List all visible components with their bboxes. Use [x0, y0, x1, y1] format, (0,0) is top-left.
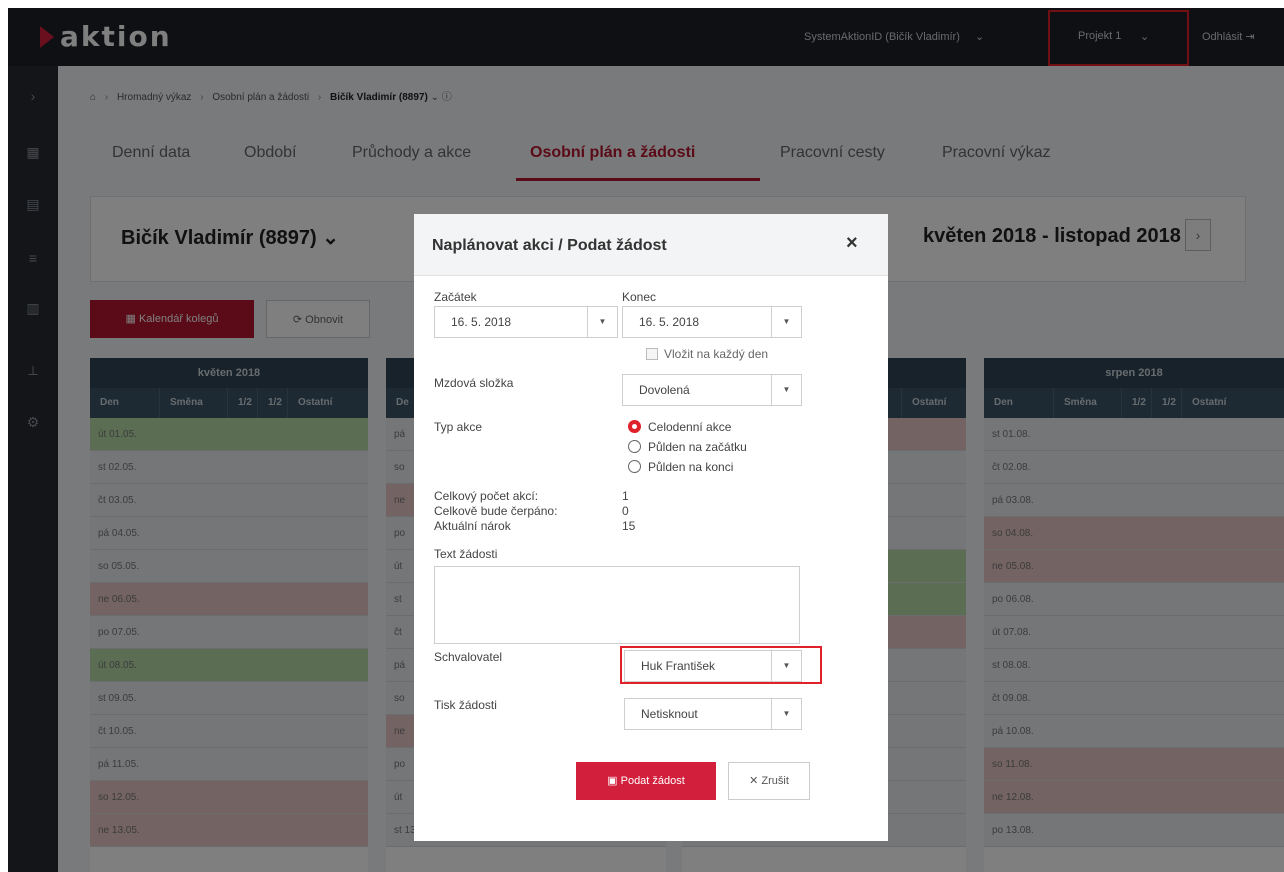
close-icon: ✕ [749, 775, 762, 787]
radio-half-end[interactable] [628, 460, 641, 473]
claim-label: Aktuální nárok [434, 519, 511, 533]
request-text-area[interactable] [434, 566, 800, 644]
print-select[interactable]: Netisknout ▼ [624, 698, 802, 730]
count-label: Celkový počet akcí: [434, 489, 539, 503]
start-date-picker[interactable]: 16. 5. 2018 ▼ [434, 306, 618, 338]
caret-down-icon[interactable]: ▼ [771, 375, 801, 405]
type-label: Typ akce [434, 420, 483, 434]
text-label: Text žádosti [434, 547, 498, 561]
claim-value: 15 [622, 519, 636, 533]
wage-component-select[interactable]: Dovolená ▼ [622, 374, 802, 406]
end-label: Konec [622, 290, 657, 304]
approver-label: Schvalovatel [434, 650, 503, 664]
dialog-header: Naplánovat akci / Podat žádost × [414, 214, 888, 276]
end-date-picker[interactable]: 16. 5. 2018 ▼ [622, 306, 802, 338]
radio-half-start-label: Půlden na začátku [648, 440, 747, 454]
plan-action-dialog: Naplánovat akci / Podat žádost × Začátek… [414, 214, 888, 841]
count-value: 1 [622, 489, 629, 503]
caret-down-icon[interactable]: ▼ [771, 307, 801, 337]
print-label: Tisk žádosti [434, 698, 497, 712]
close-icon[interactable]: × [846, 232, 858, 255]
approver-select[interactable]: Huk František ▼ [624, 650, 802, 682]
submit-request-button[interactable]: ▣ Podat žádost [576, 762, 716, 800]
radio-half-start[interactable] [628, 440, 641, 453]
wage-label: Mzdová složka [434, 376, 514, 390]
radio-full-day-label: Celodenní akce [648, 420, 732, 434]
start-label: Začátek [434, 290, 477, 304]
caret-down-icon[interactable]: ▼ [771, 651, 801, 681]
each-day-label: Vložit na každý den [664, 347, 769, 361]
page: aktion SystemAktionID (Bičík Vladimír) ⌄… [0, 0, 1284, 872]
radio-half-end-label: Půlden na konci [648, 460, 734, 474]
radio-full-day[interactable] [628, 420, 641, 433]
each-day-checkbox[interactable] [646, 348, 658, 360]
app-window: aktion SystemAktionID (Bičík Vladimír) ⌄… [8, 8, 1284, 872]
cancel-button[interactable]: ✕ Zrušit [728, 762, 810, 800]
draw-label: Celkově bude čerpáno: [434, 504, 558, 518]
draw-value: 0 [622, 504, 629, 518]
save-icon: ▣ [607, 775, 621, 787]
dialog-title: Naplánovat akci / Podat žádost [432, 237, 667, 254]
caret-down-icon[interactable]: ▼ [771, 699, 801, 729]
caret-down-icon[interactable]: ▼ [587, 307, 617, 337]
